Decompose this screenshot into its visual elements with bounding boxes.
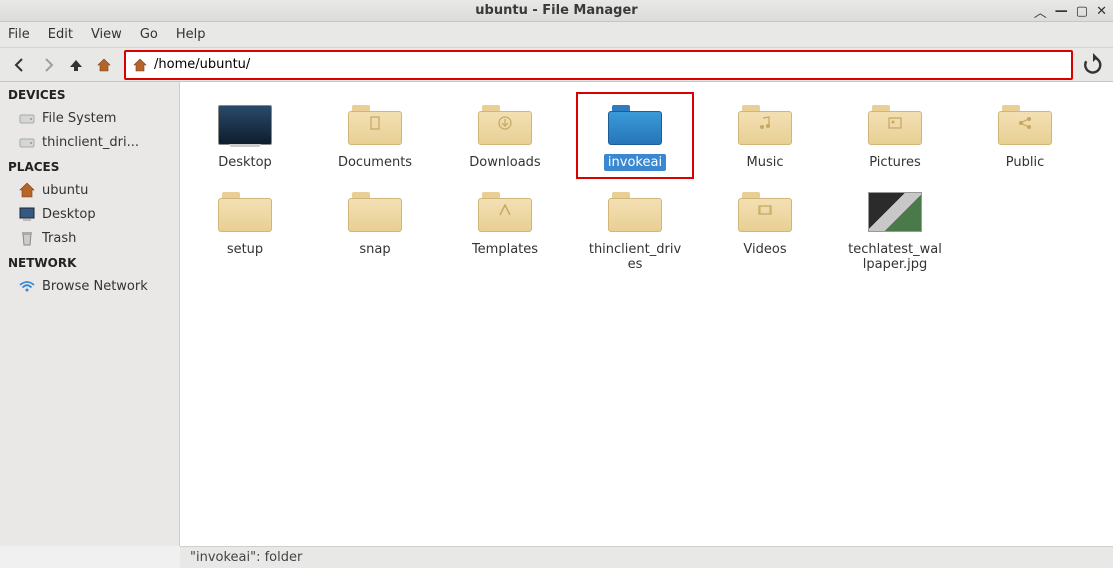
menu-edit[interactable]: Edit	[48, 27, 73, 42]
file-item[interactable]: Templates	[450, 183, 560, 277]
menu-go[interactable]: Go	[140, 27, 158, 42]
file-label: Downloads	[465, 154, 544, 171]
home-icon	[132, 57, 148, 73]
folder-icon	[868, 105, 922, 145]
minimize-icon[interactable]: —	[1055, 4, 1068, 19]
sidebar-item-label: Trash	[42, 231, 76, 246]
menu-help[interactable]: Help	[176, 27, 206, 42]
close-icon[interactable]: ✕	[1096, 4, 1107, 19]
file-item[interactable]: snap	[320, 183, 430, 277]
toolbar	[0, 48, 1113, 82]
reload-button[interactable]	[1081, 53, 1105, 77]
drive-icon	[18, 133, 36, 151]
sidebar-item-trash[interactable]: Trash	[0, 226, 179, 250]
file-label: Pictures	[865, 154, 924, 171]
file-item[interactable]: Public	[970, 96, 1080, 175]
menubar: File Edit View Go Help	[0, 22, 1113, 48]
file-label: Templates	[468, 241, 542, 258]
window-controls: ︿ — ▢ ✕	[1034, 2, 1107, 21]
file-label: Public	[1002, 154, 1048, 171]
sidebar-item-label: File System	[42, 111, 116, 126]
sidebar-item-thinclient[interactable]: thinclient_dri...	[0, 130, 179, 154]
file-view[interactable]: Desktop Documents Downloads invokeai Music Pi…	[180, 82, 1113, 546]
status-text: "invokeai": folder	[190, 550, 302, 565]
sidebar-item-filesystem[interactable]: File System	[0, 106, 179, 130]
file-label: invokeai	[604, 154, 666, 171]
file-label: setup	[223, 241, 267, 258]
folder-icon	[998, 105, 1052, 145]
home-icon	[18, 181, 36, 199]
sidebar-item-label: Desktop	[42, 207, 96, 222]
up-chevron-icon[interactable]: ︿	[1034, 2, 1047, 21]
folder-icon	[478, 192, 532, 232]
file-label: techlatest_wallpaper.jpg	[844, 241, 946, 273]
titlebar: ubuntu - File Manager ︿ — ▢ ✕	[0, 0, 1113, 22]
up-button[interactable]	[64, 53, 88, 77]
back-button[interactable]	[8, 53, 32, 77]
file-item[interactable]: techlatest_wallpaper.jpg	[840, 183, 950, 277]
folder-icon	[348, 192, 402, 232]
file-label: Desktop	[214, 154, 276, 171]
file-item[interactable]: Downloads	[450, 96, 560, 175]
menu-file[interactable]: File	[8, 27, 30, 42]
file-item[interactable]: thinclient_drives	[580, 183, 690, 277]
sidebar: DEVICES File System thinclient_dri... PL…	[0, 82, 180, 546]
sidebar-item-network[interactable]: Browse Network	[0, 274, 179, 298]
file-item[interactable]: setup	[190, 183, 300, 277]
pathbar-highlight	[124, 50, 1073, 80]
image-thumbnail	[868, 192, 922, 232]
folder-icon	[478, 105, 532, 145]
file-item[interactable]: Desktop	[190, 96, 300, 175]
drive-icon	[18, 109, 36, 127]
file-item[interactable]: Pictures	[840, 96, 950, 175]
folder-icon	[218, 192, 272, 232]
wifi-icon	[18, 277, 36, 295]
sidebar-item-label: ubuntu	[42, 183, 88, 198]
statusbar: "invokeai": folder	[180, 546, 1113, 568]
menu-view[interactable]: View	[91, 27, 122, 42]
sidebar-item-desktop[interactable]: Desktop	[0, 202, 179, 226]
file-label: thinclient_drives	[584, 241, 686, 273]
file-label: Music	[743, 154, 788, 171]
maximize-icon[interactable]: ▢	[1076, 4, 1088, 19]
desktop-icon	[218, 105, 272, 145]
sidebar-item-home[interactable]: ubuntu	[0, 178, 179, 202]
file-label: Videos	[739, 241, 790, 258]
folder-icon	[348, 105, 402, 145]
sidebar-item-label: Browse Network	[42, 279, 148, 294]
file-item[interactable]: Music	[710, 96, 820, 175]
window-title: ubuntu - File Manager	[475, 3, 637, 18]
sidebar-header-places: PLACES	[0, 154, 179, 178]
file-item[interactable]: Videos	[710, 183, 820, 277]
home-button[interactable]	[92, 53, 116, 77]
sidebar-header-devices: DEVICES	[0, 82, 179, 106]
sidebar-header-network: NETWORK	[0, 250, 179, 274]
folder-icon	[738, 105, 792, 145]
file-item[interactable]: Documents	[320, 96, 430, 175]
sidebar-item-label: thinclient_dri...	[42, 135, 139, 150]
trash-icon	[18, 229, 36, 247]
folder-icon	[608, 192, 662, 232]
path-input[interactable]	[154, 57, 1065, 72]
file-item[interactable]: invokeai	[580, 96, 690, 175]
desktop-icon	[18, 205, 36, 223]
folder-icon	[608, 105, 662, 145]
folder-icon	[738, 192, 792, 232]
forward-button[interactable]	[36, 53, 60, 77]
file-label: Documents	[334, 154, 416, 171]
file-label: snap	[355, 241, 394, 258]
